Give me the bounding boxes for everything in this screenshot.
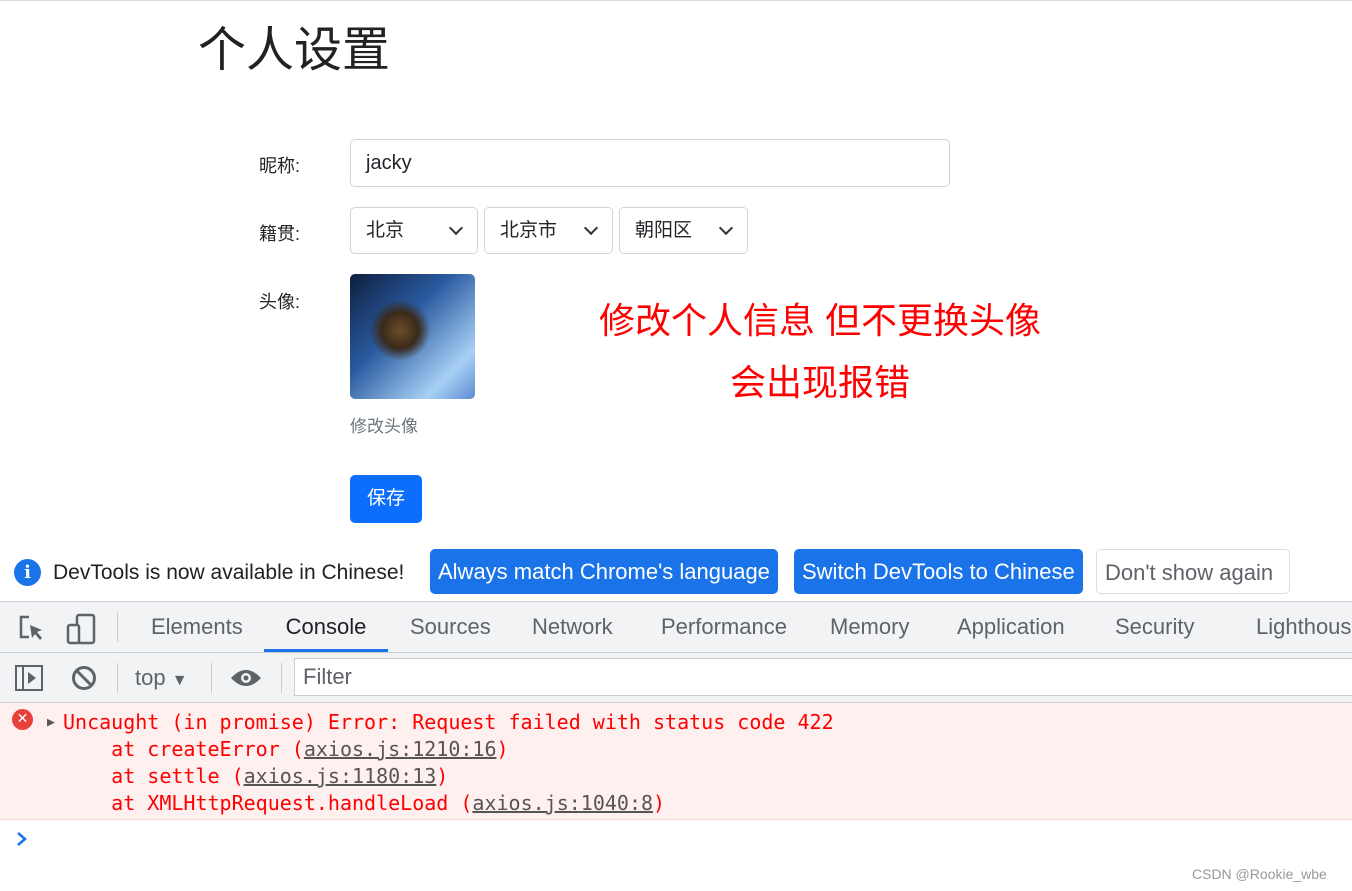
province-value: 北京 bbox=[366, 220, 405, 241]
stack-text: ) bbox=[436, 764, 449, 788]
stack-text: ) bbox=[496, 737, 509, 761]
save-button[interactable]: 保存 bbox=[350, 475, 422, 523]
filter-input[interactable]: Filter bbox=[294, 658, 1352, 696]
divider bbox=[211, 663, 212, 693]
console-prompt-icon[interactable] bbox=[16, 831, 28, 847]
stack-line: at settle (axios.js:1180:13) bbox=[63, 763, 448, 790]
chevron-down-icon bbox=[583, 220, 599, 236]
tab-application[interactable]: Application bbox=[957, 602, 1065, 652]
change-avatar-link[interactable]: 修改头像 bbox=[350, 412, 418, 437]
error-icon: ✕ bbox=[12, 709, 33, 730]
clear-console-icon[interactable] bbox=[71, 665, 97, 691]
expand-triangle-icon[interactable]: ▶ bbox=[47, 709, 55, 736]
tab-lighthouse[interactable]: Lighthous bbox=[1256, 602, 1351, 652]
source-link[interactable]: axios.js:1210:16 bbox=[304, 737, 497, 761]
console-error-message: ✕ ▶ Uncaught (in promise) Error: Request… bbox=[0, 703, 1352, 820]
dont-show-again-button[interactable]: Don't show again bbox=[1096, 549, 1290, 594]
district-select[interactable]: 朝阳区 bbox=[619, 207, 748, 254]
inspect-element-icon[interactable] bbox=[18, 615, 46, 643]
divider bbox=[117, 663, 118, 693]
province-select[interactable]: 北京 bbox=[350, 207, 478, 254]
divider bbox=[117, 612, 118, 642]
nickname-input[interactable]: jacky bbox=[350, 139, 950, 187]
chevron-down-icon bbox=[448, 220, 464, 236]
watermark: CSDN @Rookie_wbe bbox=[1192, 866, 1327, 882]
sidebar-toggle-icon[interactable] bbox=[15, 665, 43, 691]
page-title: 个人设置 bbox=[198, 24, 391, 77]
banner-text: DevTools is now available in Chinese! bbox=[53, 561, 405, 584]
city-value: 北京市 bbox=[500, 220, 558, 241]
source-link[interactable]: axios.js:1040:8 bbox=[472, 791, 653, 815]
nickname-label: 昵称: bbox=[259, 156, 301, 176]
origin-label: 籍贯: bbox=[259, 224, 301, 244]
district-value: 朝阳区 bbox=[635, 220, 693, 241]
console-toolbar: top ▼ Filter bbox=[0, 653, 1352, 703]
live-expression-eye-icon[interactable] bbox=[230, 667, 262, 689]
error-text[interactable]: Uncaught (in promise) Error: Request fai… bbox=[63, 709, 834, 736]
device-toolbar-icon[interactable] bbox=[66, 613, 96, 645]
tab-sources[interactable]: Sources bbox=[410, 602, 491, 652]
tab-performance[interactable]: Performance bbox=[661, 602, 787, 652]
stack-line: at XMLHttpRequest.handleLoad (axios.js:1… bbox=[63, 790, 665, 817]
context-select[interactable]: top ▼ bbox=[135, 665, 188, 691]
city-select[interactable]: 北京市 bbox=[484, 207, 613, 254]
tab-console[interactable]: Console bbox=[264, 602, 388, 652]
tab-security[interactable]: Security bbox=[1115, 602, 1194, 652]
avatar-image[interactable] bbox=[350, 274, 475, 399]
annotation-line-1: 修改个人信息 但不更换头像 bbox=[598, 300, 1041, 341]
info-icon: i bbox=[14, 559, 41, 586]
tab-elements[interactable]: Elements bbox=[151, 602, 243, 652]
always-match-language-button[interactable]: Always match Chrome's language bbox=[430, 549, 778, 594]
stack-text: at createError ( bbox=[63, 737, 304, 761]
stack-text: ) bbox=[653, 791, 666, 815]
source-link[interactable]: axios.js:1180:13 bbox=[244, 764, 437, 788]
stack-text: at XMLHttpRequest.handleLoad ( bbox=[63, 791, 473, 815]
context-value: top bbox=[135, 665, 166, 690]
annotation-line-2: 会出现报错 bbox=[729, 362, 910, 403]
stack-line: at createError (axios.js:1210:16) bbox=[63, 736, 509, 763]
devtools-tab-bar: Elements Console Sources Network Perform… bbox=[0, 601, 1352, 653]
tab-network[interactable]: Network bbox=[532, 602, 613, 652]
divider bbox=[281, 663, 282, 693]
chevron-down-icon bbox=[718, 220, 734, 236]
switch-to-chinese-button[interactable]: Switch DevTools to Chinese bbox=[794, 549, 1083, 594]
top-border bbox=[0, 0, 1352, 1]
tab-memory[interactable]: Memory bbox=[830, 602, 909, 652]
dropdown-arrow-icon: ▼ bbox=[171, 672, 188, 689]
avatar-label: 头像: bbox=[259, 292, 301, 312]
stack-text: at settle ( bbox=[63, 764, 244, 788]
